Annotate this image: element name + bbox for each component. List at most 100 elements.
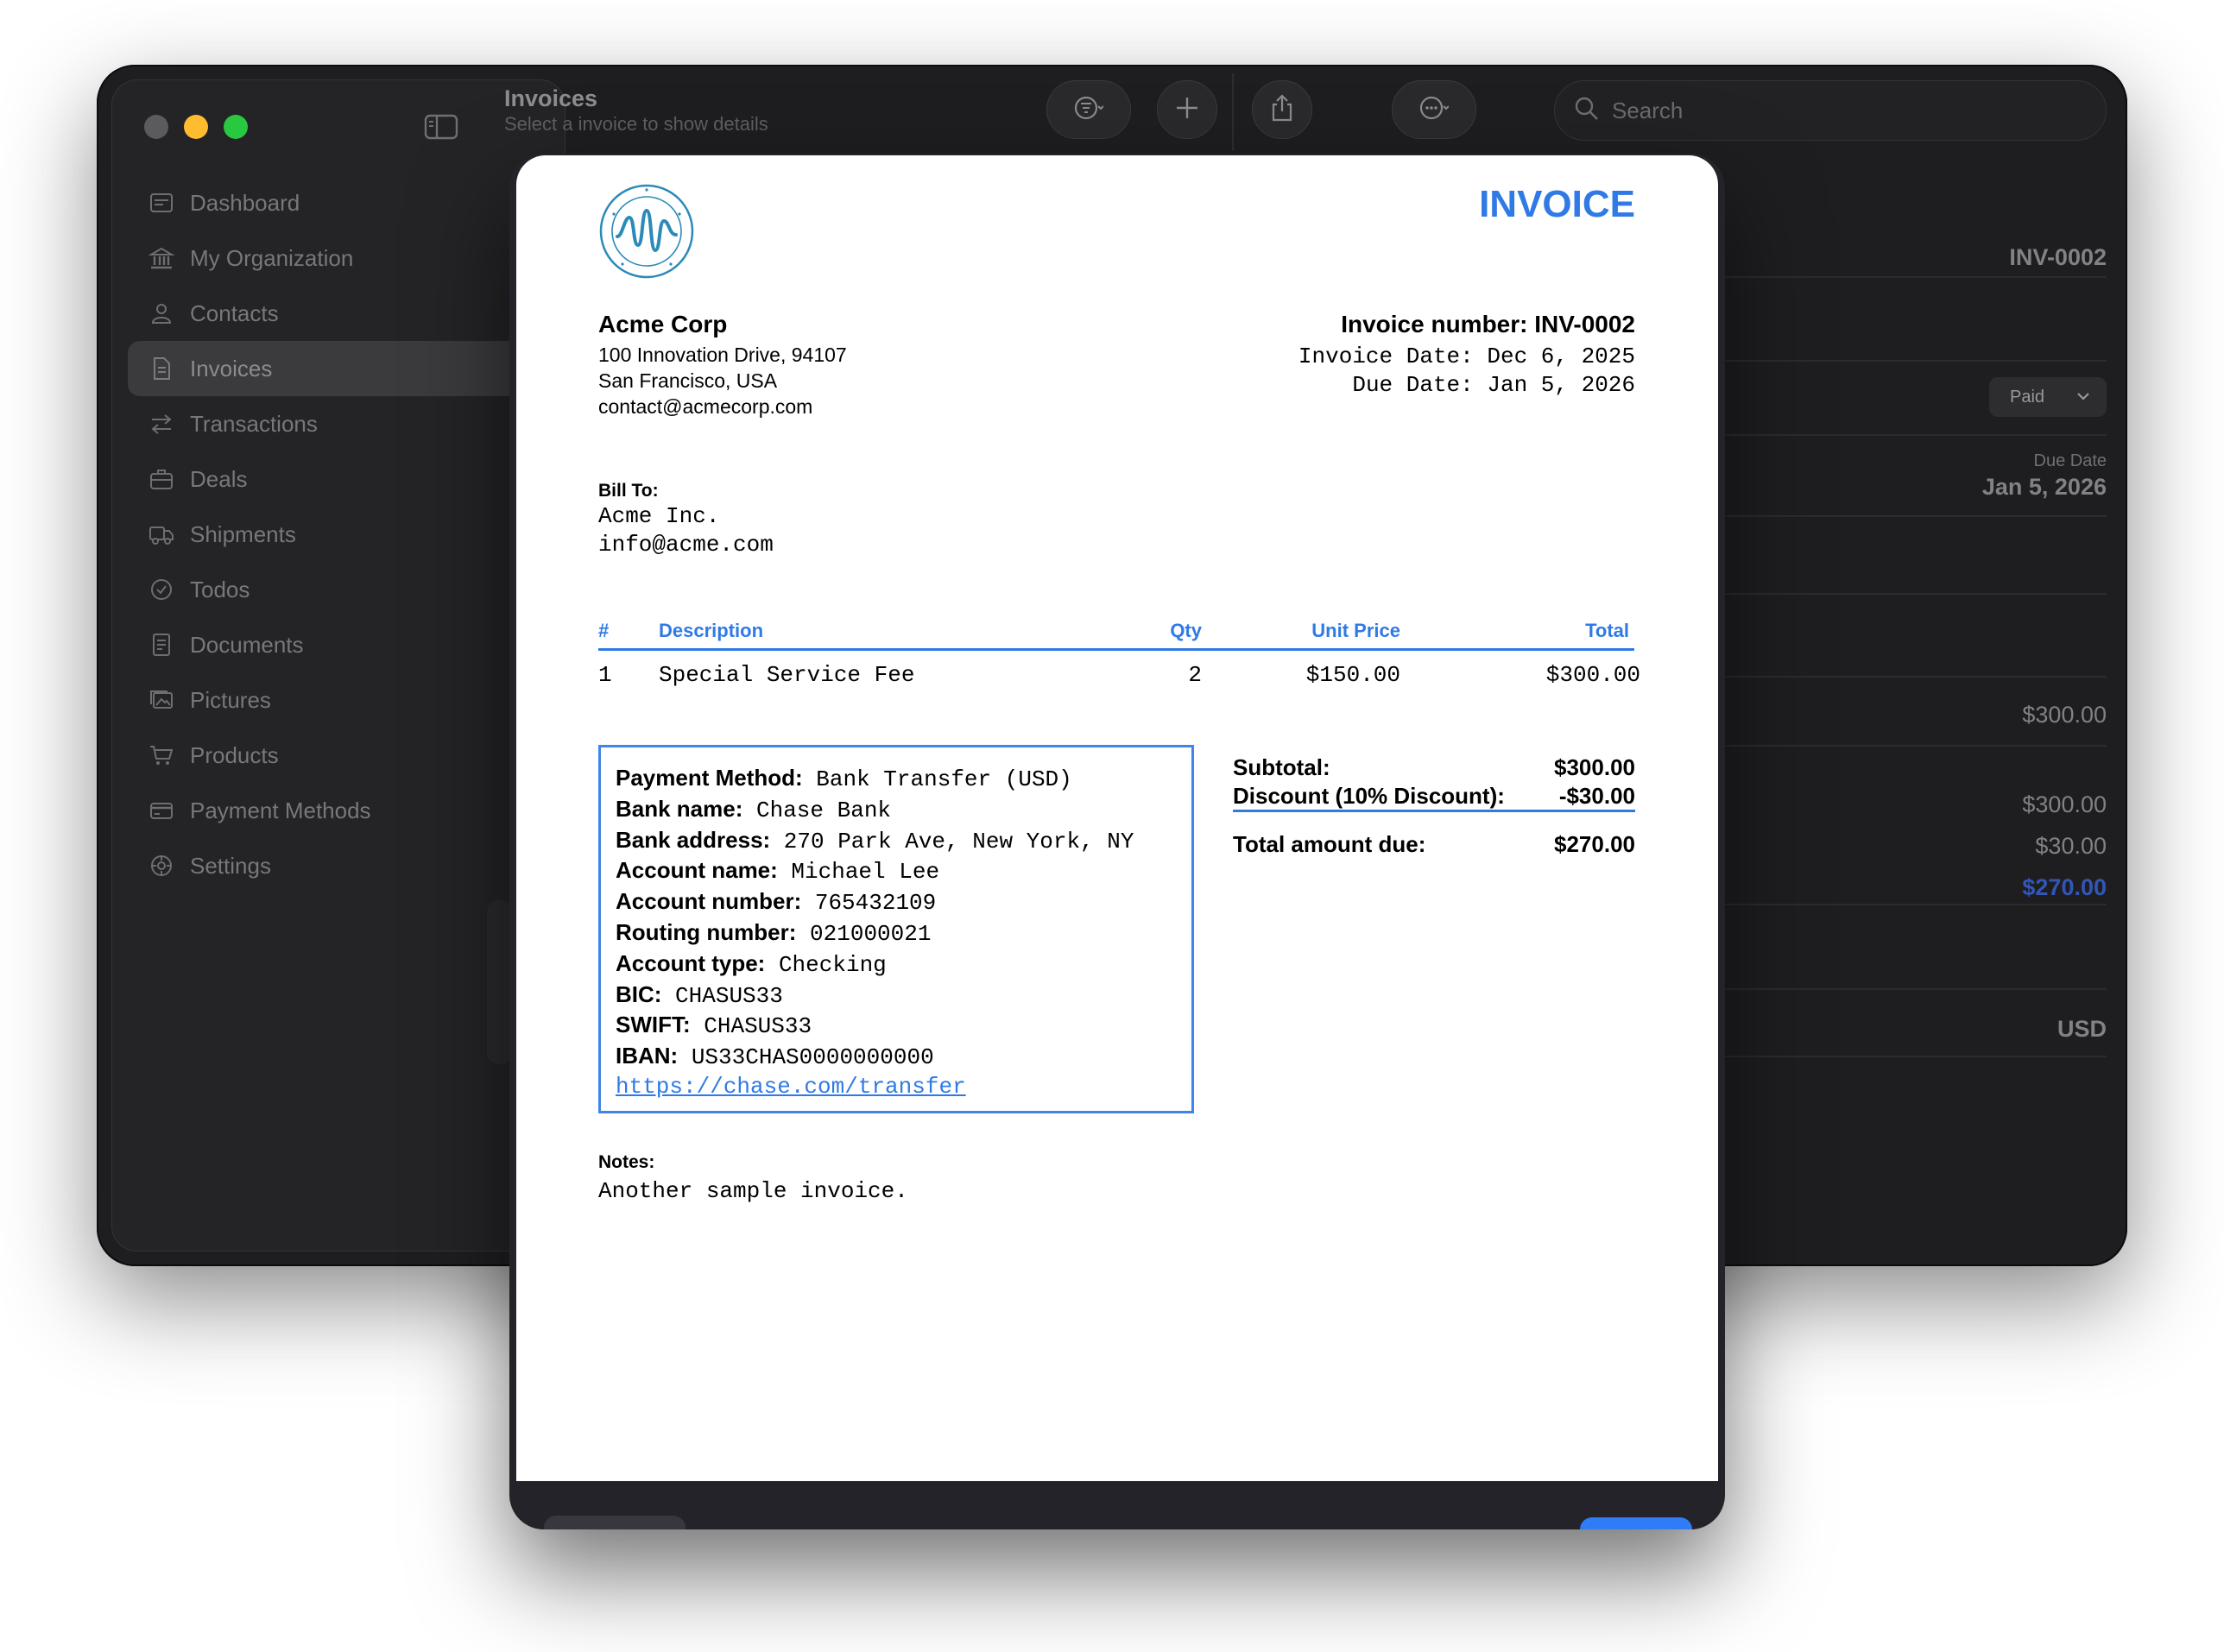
sidebar-item-label: Deals [190, 465, 248, 492]
divider [1677, 593, 2107, 595]
divider [1677, 515, 2107, 517]
sidebar-item-shipments[interactable]: Shipments [128, 507, 551, 562]
item-qty: 2 [1188, 662, 1202, 688]
sidebar-item-invoices[interactable]: Invoices [128, 341, 551, 396]
bank-icon [147, 243, 176, 273]
detail-invoice-id: INV-0002 [2009, 244, 2107, 270]
zoom-window-button[interactable] [224, 115, 248, 139]
company-address: 100 Innovation Drive, 94107 [598, 344, 847, 366]
sidebar-item-transactions[interactable]: Transactions [128, 396, 551, 451]
divider [1677, 676, 2107, 678]
sheet-primary-button[interactable] [1580, 1517, 1692, 1529]
bill-to-email: info@acme.com [598, 532, 774, 558]
truck-icon [147, 520, 176, 549]
sidebar-item-deals[interactable]: Deals [128, 451, 551, 507]
ellipsis-circle-icon [1419, 93, 1450, 127]
gear-icon [147, 851, 176, 880]
divider [1677, 1056, 2107, 1057]
share-icon [1267, 93, 1297, 127]
cart-icon [147, 741, 176, 770]
detail-total: $270.00 [2022, 874, 2107, 900]
filter-menu-button[interactable] [1046, 80, 1131, 139]
total-due-value: $270.00 [1554, 831, 1635, 857]
toolbar-divider [1232, 73, 1234, 151]
column-header-num: # [598, 620, 610, 641]
column-header-description: Description [659, 620, 764, 641]
share-button[interactable] [1252, 80, 1312, 139]
divider [1677, 988, 2107, 990]
more-actions-button[interactable] [1392, 80, 1476, 139]
invoice-due-date: Due Date: Jan 5, 2026 [1352, 372, 1635, 398]
discount-label: Discount (10% Discount): [1233, 783, 1505, 809]
sidebar-item-my-organization[interactable]: My Organization [128, 230, 551, 286]
bill-to-label: Bill To: [598, 481, 659, 501]
detail-currency: USD [2057, 1016, 2107, 1042]
account-type-line: Account type: Checking [616, 949, 887, 978]
sidebar-nav: Dashboard My Organization Contacts Invoi… [128, 175, 551, 893]
subtotal-label: Subtotal: [1233, 754, 1330, 780]
company-city: San Francisco, USA [598, 369, 778, 392]
sidebar-item-dashboard[interactable]: Dashboard [128, 175, 551, 230]
sidebar-item-products[interactable]: Products [128, 728, 551, 783]
minimize-window-button[interactable] [184, 115, 208, 139]
swift-line: SWIFT: CHASUS33 [616, 1012, 812, 1040]
status-select[interactable]: Paid [1989, 377, 2107, 417]
bank-name-line: Bank name: Chase Bank [616, 795, 892, 823]
item-unit-price: $150.00 [1305, 662, 1400, 688]
sidebar: Dashboard My Organization Contacts Invoi… [111, 79, 565, 1252]
window-subtitle: Select a invoice to show details [504, 113, 768, 135]
due-date-label: Due Date [2033, 451, 2107, 470]
column-header-total: Total [1585, 620, 1629, 641]
routing-number-line: Routing number: 021000021 [616, 918, 932, 947]
divider [1677, 745, 2107, 747]
arrows-icon [147, 409, 176, 438]
item-num: 1 [598, 662, 612, 688]
sidebar-item-label: Settings [190, 852, 271, 879]
notes-text: Another sample invoice. [598, 1178, 908, 1204]
sidebar-item-contacts[interactable]: Contacts [128, 286, 551, 341]
sidebar-item-todos[interactable]: Todos [128, 562, 551, 617]
chevron-down-icon [2076, 388, 2091, 407]
sidebar-item-settings[interactable]: Settings [128, 838, 551, 893]
sidebar-item-label: Invoices [190, 355, 273, 381]
sidebar-item-label: Shipments [190, 520, 296, 547]
search-field[interactable] [1554, 80, 2107, 141]
discount-value: -$30.00 [1558, 783, 1635, 809]
sidebar-toggle-icon[interactable] [424, 113, 458, 141]
credit-card-icon [147, 796, 176, 825]
sheet-secondary-button[interactable] [544, 1516, 686, 1529]
sidebar-item-label: My Organization [190, 244, 354, 271]
payment-link[interactable]: https://chase.com/transfer [616, 1074, 966, 1100]
dashboard-icon [147, 188, 176, 218]
bank-address-line: Bank address: 270 Park Ave, New York, NY [616, 826, 1134, 854]
sidebar-item-label: Documents [190, 631, 304, 658]
payment-link-line: https://chase.com/transfer [616, 1074, 1191, 1105]
invoice-paper: INVOICE Acme Corp 100 Innovation Drive, … [516, 155, 1718, 1481]
divider [1677, 434, 2107, 436]
filter-icon [1074, 93, 1104, 127]
document-icon [147, 354, 176, 383]
divider [1677, 360, 2107, 362]
iban-line: IBAN: US33CHAS0000000000 [616, 1043, 934, 1071]
divider [1677, 276, 2107, 278]
table-header-rule [598, 648, 1634, 651]
account-name-line: Account name: Michael Lee [616, 857, 940, 886]
close-window-button[interactable] [144, 115, 168, 139]
company-name: Acme Corp [598, 311, 728, 337]
doc-text-icon [147, 630, 176, 659]
add-invoice-button[interactable] [1157, 80, 1217, 139]
bill-to-name: Acme Inc. [598, 503, 720, 529]
sidebar-item-label: Todos [190, 576, 250, 602]
sidebar-item-label: Pictures [190, 686, 271, 713]
invoice-heading: INVOICE [1479, 183, 1635, 225]
checkmark-circle-icon [147, 575, 176, 604]
sidebar-item-documents[interactable]: Documents [128, 617, 551, 672]
briefcase-icon [147, 464, 176, 494]
search-input[interactable] [1612, 97, 2061, 124]
detail-line-total: $300.00 [2022, 702, 2107, 728]
sidebar-item-label: Transactions [190, 410, 318, 437]
sidebar-item-payment-methods[interactable]: Payment Methods [128, 783, 551, 838]
sidebar-item-pictures[interactable]: Pictures [128, 672, 551, 728]
window-title: Invoices [504, 85, 598, 111]
invoice-date: Invoice Date: Dec 6, 2025 [1298, 344, 1635, 369]
